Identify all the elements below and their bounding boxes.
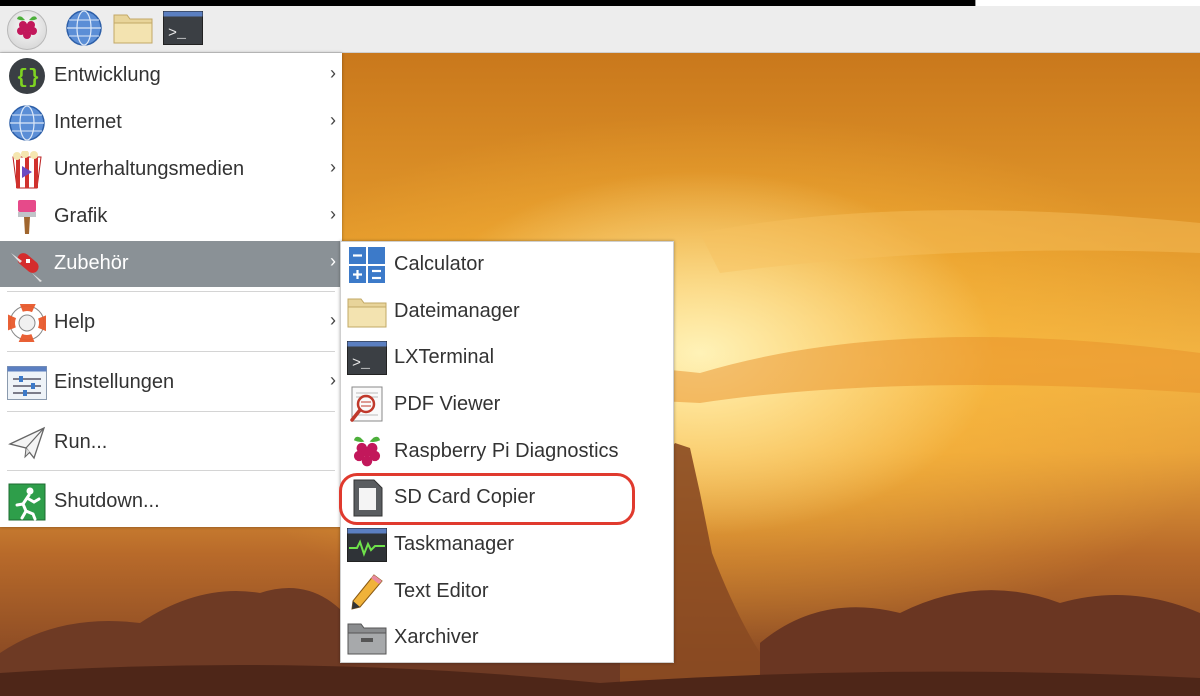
menu-item-shutdown[interactable]: Shutdown... [0, 479, 342, 525]
menu-item-internet[interactable]: Internet › [0, 100, 342, 146]
menu-item-label: Grafik [54, 205, 108, 227]
popcorn-icon [7, 151, 47, 189]
menu-separator [7, 351, 335, 352]
folder-icon [113, 11, 153, 50]
menu-item-einstellungen[interactable]: Einstellungen › [0, 360, 342, 406]
pdf-viewer-icon [347, 386, 387, 424]
raspberry-icon [347, 433, 387, 471]
svg-text:>_: >_ [168, 25, 187, 42]
menu-item-label: Run... [54, 431, 108, 453]
submenu-item-dateimanager[interactable]: Dateimanager [341, 289, 673, 335]
menu-item-run[interactable]: Run... [0, 420, 342, 466]
swiss-knife-icon [7, 245, 47, 283]
terminal-icon: >_ [347, 339, 387, 377]
task-monitor-icon [347, 526, 387, 564]
menu-item-label: Entwicklung [54, 64, 161, 86]
menu-item-label: Help [54, 311, 96, 333]
submenu-arrow-icon: › [330, 251, 336, 271]
menu-separator [7, 291, 335, 292]
submenu-item-pdf-viewer[interactable]: PDF Viewer [341, 382, 673, 428]
braces-icon: {} [7, 57, 47, 95]
submenu-item-label: Raspberry Pi Diagnostics [394, 440, 619, 462]
menu-item-entwicklung[interactable]: {} Entwicklung › [0, 53, 342, 99]
sd-card-icon [347, 479, 387, 517]
svg-text:{}: {} [16, 67, 40, 90]
folder-icon [347, 293, 387, 331]
submenu-item-label: Taskmanager [394, 533, 515, 555]
file-manager-launcher[interactable] [113, 10, 153, 50]
menu-item-help[interactable]: Help › [0, 300, 342, 346]
submenu-arrow-icon: › [330, 63, 336, 83]
menu-separator [7, 411, 335, 412]
paper-plane-icon [7, 424, 47, 462]
submenu-arrow-icon: › [330, 157, 336, 177]
submenu-item-sd-card-copier[interactable]: SD Card Copier [341, 475, 673, 521]
raspberry-menu-button[interactable] [7, 10, 47, 50]
taskbar: >_ [0, 6, 1200, 53]
menu-item-label: Unterhaltungsmedien [54, 158, 245, 180]
submenu-item-label: SD Card Copier [394, 486, 536, 508]
terminal-launcher[interactable]: >_ [163, 10, 203, 50]
menu-item-label: Internet [54, 111, 122, 133]
globe-icon [65, 9, 103, 52]
archive-box-icon [347, 619, 387, 657]
sliders-icon [7, 364, 47, 402]
submenu-item-label: Calculator [394, 253, 485, 275]
menu-item-zubehoer[interactable]: Zubehör › [0, 241, 342, 287]
submenu-item-calculator[interactable]: Calculator [341, 242, 673, 288]
raspberry-icon [14, 14, 40, 47]
paintbrush-icon [7, 198, 47, 236]
menu-item-label: Zubehör [54, 252, 129, 274]
submenu-arrow-icon: › [330, 310, 336, 330]
menu-item-unterhaltungsmedien[interactable]: Unterhaltungsmedien › [0, 147, 342, 193]
submenu-item-label: Xarchiver [394, 626, 479, 648]
submenu-item-label: Text Editor [394, 580, 489, 602]
submenu-arrow-icon: › [330, 204, 336, 224]
submenu-item-label: LXTerminal [394, 346, 495, 368]
submenu-item-raspberry-pi-diagnostics[interactable]: Raspberry Pi Diagnostics [341, 429, 673, 475]
calculator-icon [347, 246, 387, 284]
submenu-item-lxterminal[interactable]: >_ LXTerminal [341, 335, 673, 381]
svg-text:>_: >_ [352, 355, 371, 372]
menu-item-grafik[interactable]: Grafik › [0, 194, 342, 240]
menu-separator [7, 470, 335, 471]
menu-item-label: Einstellungen [54, 371, 175, 393]
web-browser-launcher[interactable] [64, 9, 104, 52]
submenu-item-label: Dateimanager [394, 300, 520, 322]
submenu-item-xarchiver[interactable]: Xarchiver [341, 615, 673, 661]
exit-icon [7, 483, 47, 521]
globe-icon [7, 104, 47, 142]
submenu-arrow-icon: › [330, 370, 336, 390]
submenu-arrow-icon: › [330, 110, 336, 130]
terminal-icon: >_ [163, 10, 203, 50]
zubehoer-submenu: Calculator Dateimanager >_ LXTerminal PD… [340, 241, 674, 663]
submenu-item-label: PDF Viewer [394, 393, 501, 415]
submenu-item-text-editor[interactable]: Text Editor [341, 569, 673, 615]
submenu-item-taskmanager[interactable]: Taskmanager [341, 522, 673, 568]
pencil-icon [347, 573, 387, 611]
menu-item-label: Shutdown... [54, 490, 160, 512]
application-menu: {} Entwicklung › Internet › Unterhaltung… [0, 53, 342, 527]
lifebuoy-icon [7, 304, 47, 342]
